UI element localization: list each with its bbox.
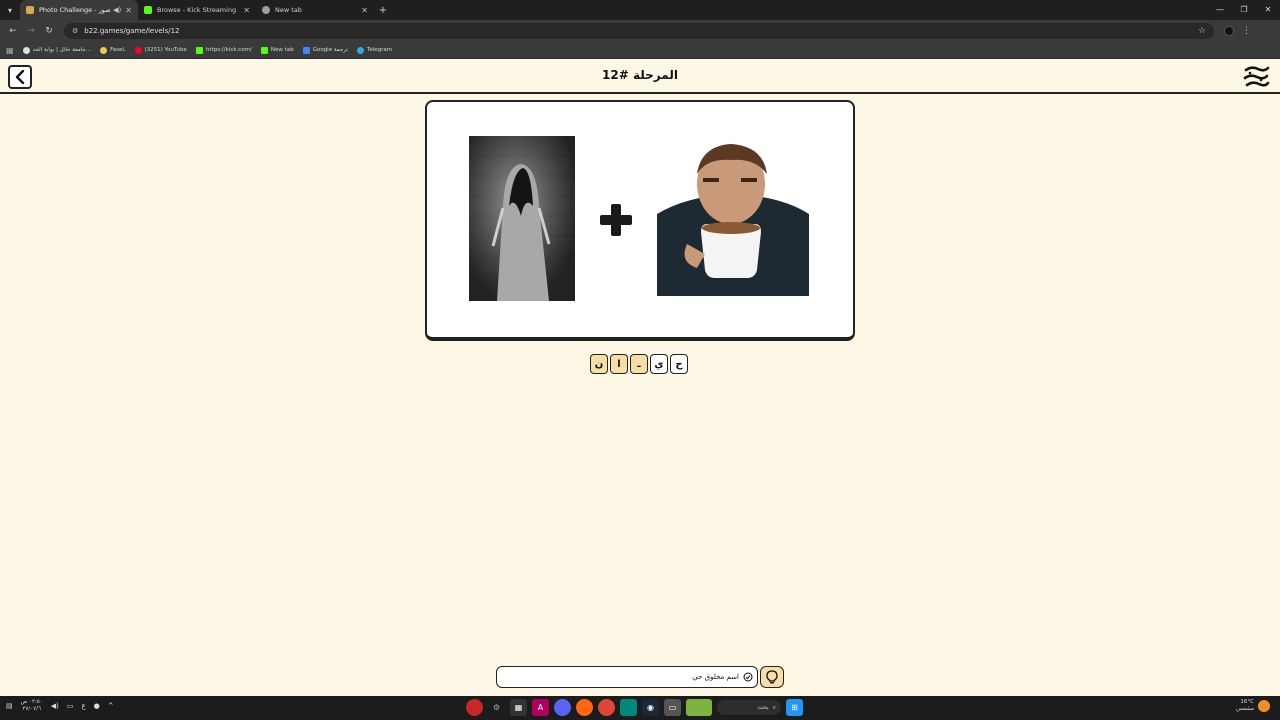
- taskbar-apps: ⚙ ▦ A ◉ ▭ بحث ⌕ ⊞: [466, 699, 803, 716]
- chrome-icon[interactable]: [598, 699, 615, 716]
- kick-favicon-icon: [144, 6, 152, 14]
- site-info-icon[interactable]: ⚙: [72, 27, 78, 35]
- new-tab-button[interactable]: +: [374, 5, 392, 16]
- browser-toolbar: ← → ↻ ⚙ b22.games/game/levels/12 ☆ ⋮: [0, 20, 1280, 42]
- forward-arrow-icon[interactable]: →: [22, 26, 40, 36]
- kick-icon: [260, 46, 268, 54]
- search-icon: ⌕: [772, 703, 776, 711]
- bookmark-icon: [22, 46, 30, 54]
- bookmark-item[interactable]: Faselـ: [100, 46, 126, 54]
- tab-strip: ▾ Photo Challenge - تحدي الصور ◀) ✕ Brow…: [0, 0, 1280, 20]
- answer-tile[interactable]: ا: [610, 354, 628, 374]
- man-drinking-coffee-image: [657, 144, 809, 296]
- restore-icon[interactable]: ❐: [1232, 0, 1256, 20]
- minimize-icon[interactable]: —: [1208, 0, 1232, 20]
- answer-tile[interactable]: ن: [590, 354, 608, 374]
- puzzle-card: [425, 100, 855, 341]
- ghost-woman-image: [469, 136, 575, 301]
- bookmark-item[interactable]: New tab: [260, 46, 294, 54]
- bookmark-icon: [100, 46, 108, 54]
- close-tab-icon[interactable]: ✕: [125, 6, 132, 15]
- hint-text: اسم مخلوق حي: [692, 673, 739, 681]
- app-icon[interactable]: [620, 699, 637, 716]
- tab-new-tab[interactable]: New tab ✕: [256, 0, 374, 20]
- profile-avatar[interactable]: [1224, 26, 1234, 36]
- settings-icon[interactable]: ⚙: [488, 699, 505, 716]
- page-title: المرحلة #12: [602, 68, 678, 82]
- file-explorer-icon[interactable]: ▭: [664, 699, 681, 716]
- photo-challenge-logo: [1243, 66, 1270, 87]
- chevron-up-icon[interactable]: ^: [108, 702, 114, 710]
- tab-title: New tab: [275, 6, 302, 14]
- bookmark-item[interactable]: Google ترجمة: [302, 46, 348, 54]
- hint-button[interactable]: [760, 666, 784, 688]
- system-tray: ▤ ٠٢:٥٠ ص ٢٧/٠٧/٦ ◀) ▭ ع ● ^: [6, 699, 114, 713]
- check-badge-icon: [743, 672, 753, 682]
- chrome-favicon-icon: [262, 6, 270, 14]
- close-tab-icon[interactable]: ✕: [243, 6, 250, 15]
- hint-box: اسم مخلوق حي: [496, 666, 758, 688]
- back-arrow-icon[interactable]: ←: [4, 26, 22, 36]
- bookmarks-bar: ▦ جامعة حائل | بوابة الخد... Faselـ (325…: [0, 42, 1280, 59]
- tab-photo-challenge[interactable]: Photo Challenge - تحدي الصور ◀) ✕: [20, 0, 138, 20]
- bookmark-star-icon[interactable]: ☆: [1198, 26, 1206, 36]
- menu-kebab-icon[interactable]: ⋮: [1242, 26, 1251, 36]
- firefox-icon[interactable]: [576, 699, 593, 716]
- close-window-icon[interactable]: ✕: [1256, 0, 1280, 20]
- hint-row: اسم مخلوق حي: [496, 666, 784, 688]
- clock[interactable]: ٠٢:٥٠ ص ٢٧/٠٧/٦: [21, 699, 43, 713]
- telegram-icon: [356, 46, 364, 54]
- close-tab-icon[interactable]: ✕: [361, 6, 368, 15]
- volume-icon[interactable]: ◀): [51, 702, 59, 710]
- speaker-icon[interactable]: ◀): [113, 6, 121, 14]
- windows-taskbar: ▤ ٠٢:٥٠ ص ٢٧/٠٧/٦ ◀) ▭ ع ● ^ ⚙ ▦ A ◉ ▭ ب…: [0, 696, 1280, 720]
- language-indicator[interactable]: ع: [81, 702, 85, 710]
- answer-tile[interactable]: ي: [650, 354, 668, 374]
- sun-icon: [1258, 700, 1270, 712]
- game-page: المرحلة #12 ن ا ـ ي ح اسم مخلوق حي: [0, 60, 1280, 696]
- favicon-icon: [26, 6, 34, 14]
- discord-icon[interactable]: [554, 699, 571, 716]
- answer-tile[interactable]: ـ: [630, 354, 648, 374]
- apps-grid-icon[interactable]: ▦: [6, 46, 14, 55]
- google-translate-icon: [302, 46, 310, 54]
- bookmark-item[interactable]: Telegram: [356, 46, 392, 54]
- reload-icon[interactable]: ↻: [40, 26, 58, 36]
- tab-search-icon[interactable]: ▾: [0, 0, 20, 20]
- bookmark-item[interactable]: https://kick.com/: [195, 46, 252, 54]
- kick-icon: [195, 46, 203, 54]
- answer-tile[interactable]: ح: [670, 354, 688, 374]
- tab-title: Photo Challenge - تحدي الصور: [39, 6, 111, 14]
- app-icon[interactable]: [686, 699, 712, 716]
- bookmark-item[interactable]: جامعة حائل | بوابة الخد...: [22, 46, 91, 54]
- app-icon[interactable]: ▦: [510, 699, 527, 716]
- steam-icon[interactable]: ◉: [642, 699, 659, 716]
- answer-tiles: ن ا ـ ي ح: [590, 354, 688, 374]
- window-controls: — ❐ ✕: [1208, 0, 1280, 20]
- taskbar-search[interactable]: بحث ⌕: [717, 700, 781, 715]
- address-bar[interactable]: ⚙ b22.games/game/levels/12 ☆: [64, 23, 1214, 39]
- youtube-icon: [134, 46, 142, 54]
- bookmark-item[interactable]: (3251) YouTube: [134, 46, 187, 54]
- network-icon[interactable]: ▭: [67, 702, 74, 710]
- notification-icon[interactable]: ▤: [6, 702, 13, 710]
- app-icon[interactable]: [466, 699, 483, 716]
- app-icon[interactable]: A: [532, 699, 549, 716]
- plus-icon: [600, 204, 632, 236]
- tab-title: Browse - Kick Streaming: [157, 6, 237, 14]
- url-text: b22.games/game/levels/12: [84, 27, 180, 35]
- lightbulb-icon: [766, 670, 778, 684]
- tab-kick[interactable]: Browse - Kick Streaming ✕: [138, 0, 256, 20]
- windows-start-icon[interactable]: ⊞: [786, 699, 803, 716]
- weather-widget[interactable]: 16°C مشمس: [1236, 699, 1270, 713]
- microphone-icon[interactable]: ●: [94, 702, 100, 710]
- game-header: المرحلة #12: [0, 60, 1280, 94]
